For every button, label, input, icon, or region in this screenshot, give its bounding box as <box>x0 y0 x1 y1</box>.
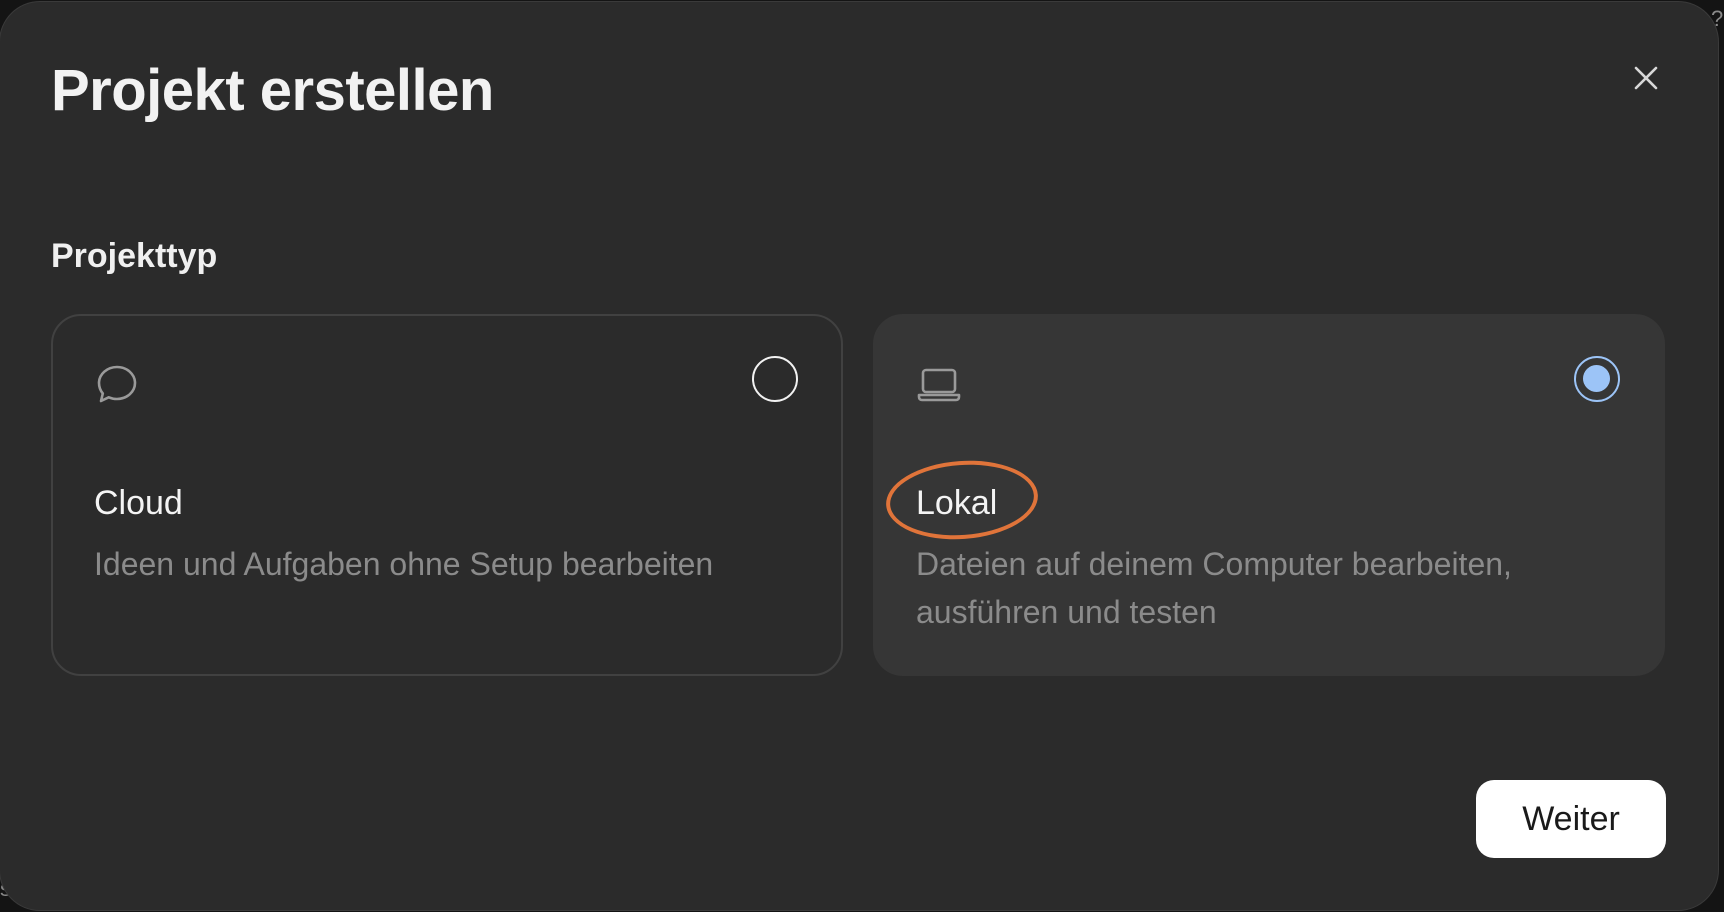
create-project-dialog: Projekt erstellen Projekttyp Cloud Ideen… <box>0 2 1718 910</box>
close-button[interactable] <box>1624 56 1668 100</box>
option-title: Lokal <box>916 484 998 522</box>
option-description: Ideen und Aufgaben ohne Setup bearbeiten <box>94 546 714 582</box>
option-description: Dateien auf deinem Computer bearbeiten, … <box>916 546 1512 630</box>
chat-bubble-icon <box>97 365 137 403</box>
close-icon <box>1634 66 1658 90</box>
radio-button-cloud[interactable] <box>752 356 798 402</box>
radio-selected-dot <box>1583 365 1610 392</box>
laptop-icon <box>917 368 961 402</box>
option-title: Cloud <box>94 484 183 522</box>
project-type-label: Projekttyp <box>51 237 218 275</box>
dialog-title: Projekt erstellen <box>51 58 494 123</box>
next-button[interactable]: Weiter <box>1476 780 1666 858</box>
project-type-option-local[interactable]: Lokal Dateien auf deinem Computer bearbe… <box>873 314 1665 676</box>
radio-button-local[interactable] <box>1574 356 1620 402</box>
project-type-option-cloud[interactable]: Cloud Ideen und Aufgaben ohne Setup bear… <box>51 314 843 676</box>
